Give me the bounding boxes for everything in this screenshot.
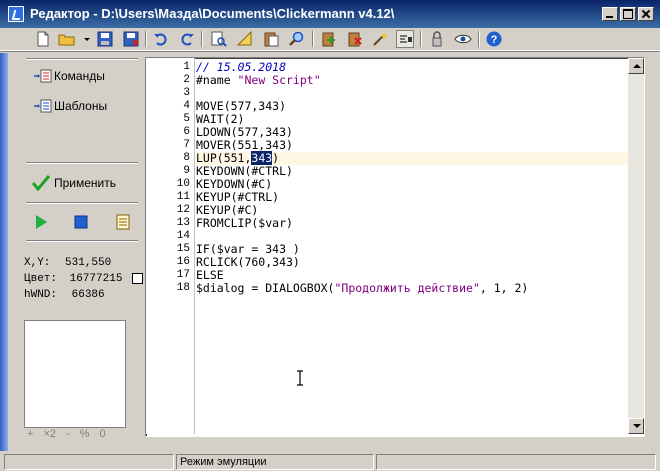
sidebar-divider	[26, 240, 138, 242]
line-number: 4	[183, 100, 190, 112]
line-number: 8	[183, 152, 190, 164]
line-number: 1	[183, 61, 190, 73]
selected-text: 343	[251, 151, 273, 165]
zoom-x2-button[interactable]: ×2	[43, 428, 56, 440]
zoom-out-button[interactable]: -	[66, 428, 70, 440]
redo-icon[interactable]	[178, 30, 196, 48]
sidebar-divider	[26, 58, 138, 60]
find-icon[interactable]	[210, 30, 228, 48]
status-bar: Режим эмуляции	[0, 451, 660, 471]
log-icon[interactable]	[114, 213, 132, 231]
code-line-13: FROMCLIP($var)	[196, 216, 293, 230]
code-editor[interactable]: 1 2 3 4 5 6 7 8 9 10 11 12 13 14 15 16 1…	[145, 57, 645, 437]
line-number: 5	[183, 113, 190, 125]
status-panel-3	[376, 454, 656, 470]
window-controls	[602, 7, 654, 21]
zoom-in-button[interactable]: +	[27, 428, 33, 440]
coords-value: 531,550	[65, 257, 112, 269]
zoom-controls: + ×2 - % 0	[27, 428, 106, 440]
zoom-preview	[24, 320, 126, 428]
line-number: 10	[176, 178, 190, 190]
play-icon[interactable]	[32, 213, 50, 231]
status-panel-1	[4, 454, 174, 470]
sidebar-divider	[26, 202, 138, 204]
line-number: 9	[183, 165, 190, 177]
apply-button[interactable]: Применить	[32, 173, 142, 193]
line-number: 11	[176, 191, 190, 203]
title-bar[interactable]: Редактор - D:\Users\Мазда\Documents\Clic…	[0, 0, 660, 28]
coords-readout: X,Y: 531,550	[24, 257, 112, 269]
vertical-scrollbar[interactable]	[628, 58, 644, 434]
undo-icon[interactable]	[152, 30, 170, 48]
minimize-button[interactable]	[602, 7, 618, 21]
stop-icon[interactable]	[72, 213, 90, 231]
color-value: 16777215	[69, 273, 123, 286]
color-swatch	[132, 273, 144, 284]
search-icon[interactable]	[288, 30, 306, 48]
line-number: 7	[183, 139, 190, 151]
new-file-icon[interactable]	[34, 30, 52, 48]
lock-icon[interactable]	[428, 30, 446, 48]
hwnd-readout: hWND: 66386	[24, 289, 105, 301]
paste-special-icon[interactable]	[262, 30, 280, 48]
sidebar-item-label: Шаблоны	[54, 99, 108, 113]
line-number-gutter: 1 2 3 4 5 6 7 8 9 10 11 12 13 14 15 16 1…	[146, 58, 195, 434]
maximize-button[interactable]	[620, 7, 636, 21]
ruler-icon[interactable]	[236, 30, 254, 48]
insert-icon[interactable]	[320, 30, 338, 48]
open-dropdown-icon[interactable]	[78, 30, 90, 48]
line-number: 6	[183, 126, 190, 138]
zoom-percent-button[interactable]: %	[80, 428, 90, 440]
save-as-icon[interactable]	[122, 30, 140, 48]
line-number: 15	[176, 243, 190, 255]
text-cursor-icon	[297, 370, 303, 386]
line-number: 12	[176, 204, 190, 216]
delete-icon[interactable]	[346, 30, 364, 48]
toolbar: ?	[0, 28, 660, 51]
line-number: 14	[176, 230, 190, 242]
templates-icon	[34, 99, 52, 113]
code-line-16: RCLICK(760,343)	[196, 255, 300, 269]
code-line-18: $dialog = DIALOGBOX("Продолжить действие…	[196, 281, 529, 295]
line-number: 17	[176, 269, 190, 281]
sidebar-divider	[26, 162, 138, 164]
line-number: 16	[176, 256, 190, 268]
eye-icon[interactable]	[454, 30, 472, 48]
help-icon[interactable]: ?	[485, 30, 503, 48]
hwnd-value: 66386	[71, 289, 105, 301]
line-number: 18	[176, 282, 190, 294]
status-panel-mode: Режим эмуляции	[176, 454, 374, 470]
window-title: Редактор - D:\Users\Мазда\Documents\Clic…	[30, 6, 395, 21]
line-number: 2	[183, 74, 190, 86]
editor-window: Редактор - D:\Users\Мазда\Documents\Clic…	[0, 0, 660, 471]
code-line-2: #name "New Script"	[196, 73, 321, 87]
zoom-reset-button[interactable]: 0	[99, 428, 105, 440]
svg-text:?: ?	[491, 34, 498, 46]
app-icon	[8, 6, 24, 22]
sidebar-item-commands[interactable]: Команды	[34, 67, 105, 85]
close-button[interactable]	[638, 7, 654, 21]
code-line-11: KEYUP(#CTRL)	[196, 190, 280, 204]
code-line-4: MOVE(577,343)	[196, 99, 287, 113]
sidebar: Команды Шаблоны Применить X,Y: 531,550 Ц…	[0, 52, 145, 451]
magic-wand-icon[interactable]	[371, 30, 389, 48]
line-number: 3	[183, 87, 190, 99]
scroll-down-button[interactable]	[628, 418, 644, 434]
color-readout: Цвет: 16777215	[24, 273, 144, 286]
apply-label: Применить	[54, 176, 117, 190]
toggle-view-icon[interactable]	[396, 30, 414, 48]
commands-icon	[34, 69, 52, 83]
check-icon	[32, 175, 50, 191]
scroll-up-button[interactable]	[628, 58, 644, 74]
save-icon[interactable]	[96, 30, 114, 48]
sidebar-item-templates[interactable]: Шаблоны	[34, 97, 107, 115]
sidebar-item-label: Команды	[54, 69, 105, 83]
line-number: 13	[176, 217, 190, 229]
open-folder-icon[interactable]	[58, 30, 76, 48]
